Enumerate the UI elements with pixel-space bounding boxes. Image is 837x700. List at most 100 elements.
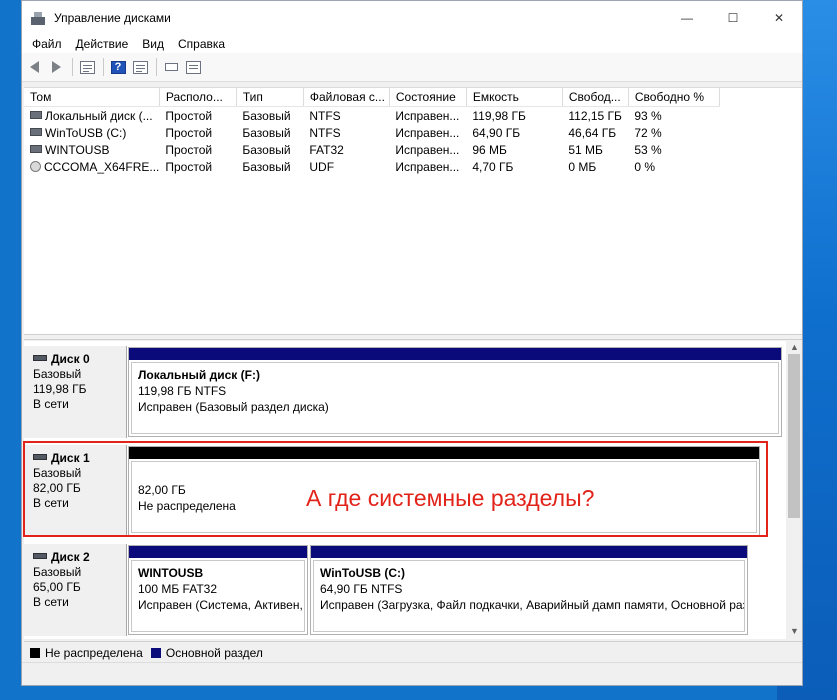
menu-view[interactable]: Вид — [135, 37, 171, 51]
refresh-button[interactable] — [161, 57, 181, 77]
disk-label[interactable]: Диск 0 Базовый 119,98 ГБ В сети — [24, 346, 127, 438]
table-cell: 93 % — [634, 108, 662, 123]
column-header-layout[interactable]: Располо... — [159, 88, 237, 107]
table-cell: 72 % — [634, 125, 662, 140]
refresh-icon — [164, 63, 178, 71]
volume-table: Том Располо... Тип Файловая с... Состоян… — [24, 88, 720, 175]
column-header-volume[interactable]: Том — [24, 88, 160, 107]
table-cell: NTFS — [309, 108, 341, 123]
table-cell: Базовый — [242, 125, 291, 140]
vertical-scrollbar[interactable]: ▲ ▼ — [786, 341, 802, 639]
disk-icon — [33, 552, 47, 559]
disk-row: Диск 2 Базовый 65,00 ГБ В сети WINTOUSB … — [24, 544, 784, 636]
status-bar — [22, 662, 802, 685]
minimize-button[interactable]: — — [664, 1, 710, 35]
back-arrow-icon — [29, 61, 39, 73]
table-cell: Простой — [165, 125, 213, 140]
console-tree-button[interactable] — [77, 57, 97, 77]
properties-button[interactable] — [130, 57, 150, 77]
scroll-up-icon[interactable]: ▲ — [790, 343, 799, 352]
disk-name: Диск 0 — [51, 352, 90, 366]
list-view-button[interactable] — [183, 57, 203, 77]
legend: Не распределена Основной раздел — [24, 641, 802, 663]
table-cell: Простой — [165, 142, 213, 157]
table-cell: Локальный диск (... — [24, 107, 159, 125]
window-title: Управление дисками — [54, 11, 171, 25]
disk-status: В сети — [33, 595, 69, 609]
table-cell: 64,90 ГБ — [472, 125, 521, 140]
table-cell: WinToUSB (C:) — [24, 124, 159, 141]
console-tree-icon — [79, 60, 95, 74]
partition[interactable]: WINTOUSB 100 МБ FAT32 Исправен (Система,… — [128, 545, 308, 635]
menu-help[interactable]: Справка — [171, 37, 232, 51]
partition-name: WinToUSB (C:) — [320, 566, 405, 580]
menu-bar: Файл Действие Вид Справка — [22, 35, 802, 53]
table-cell: Исправен... — [395, 108, 460, 123]
disk-status: В сети — [33, 397, 69, 411]
partition[interactable]: Локальный диск (F:) 119,98 ГБ NTFS Испра… — [128, 347, 782, 437]
disk-label[interactable]: Диск 2 Базовый 65,00 ГБ В сети — [24, 544, 127, 636]
forward-arrow-icon — [51, 61, 61, 73]
disk-type: Базовый — [33, 367, 82, 381]
table-cell: FAT32 — [309, 142, 344, 157]
partition-status: Исправен (Загрузка, Файл подкачки, Авари… — [320, 598, 745, 612]
volume-list: Том Располо... Тип Файловая с... Состоян… — [24, 87, 802, 335]
column-header-capacity[interactable]: Емкость — [466, 88, 563, 107]
partition-size-fs: 100 МБ FAT32 — [138, 582, 218, 596]
table-cell: Исправен... — [395, 159, 460, 174]
toolbar: ? — [22, 53, 802, 82]
properties-icon — [132, 60, 148, 74]
partition-type-bar — [129, 546, 307, 558]
forward-button[interactable] — [46, 57, 66, 77]
volume-disk-icon — [30, 145, 42, 154]
volume-disk-icon — [30, 128, 42, 137]
volume-name: WINTOUSB — [45, 142, 110, 157]
partition[interactable]: WinToUSB (C:) 64,90 ГБ NTFS Исправен (За… — [310, 545, 748, 635]
column-header-free[interactable]: Свобод... — [562, 88, 629, 107]
table-cell: UDF — [309, 159, 335, 174]
back-button[interactable] — [24, 57, 44, 77]
volume-name: CCCOMA_X64FRE... — [44, 159, 160, 174]
table-cell: 96 МБ — [472, 142, 507, 157]
title-bar[interactable]: Управление дисками — ☐ ✕ — [22, 1, 802, 35]
menu-action[interactable]: Действие — [69, 37, 136, 51]
scroll-down-icon[interactable]: ▼ — [790, 627, 799, 636]
minimize-icon: — — [681, 11, 693, 25]
disk-management-window: Управление дисками — ☐ ✕ Файл Действие В… — [21, 0, 803, 686]
volume-name: WinToUSB (C:) — [45, 125, 127, 140]
legend-swatch-primary — [150, 647, 161, 658]
table-cell: 0 % — [634, 159, 656, 174]
toolbar-separator — [72, 58, 73, 76]
scrollbar-thumb[interactable] — [788, 354, 800, 518]
pane-splitter[interactable] — [24, 334, 802, 340]
legend-label-primary: Основной раздел — [165, 645, 263, 660]
table-cell: 112,15 ГБ — [568, 108, 622, 123]
table-row[interactable]: Локальный диск (... Простой Базовый NTFS… — [24, 107, 719, 125]
disk-type: Базовый — [33, 565, 82, 579]
table-row[interactable]: WinToUSB (C:) Простой Базовый NTFS Испра… — [24, 124, 719, 141]
table-cell: CCCOMA_X64FRE... — [24, 158, 159, 175]
legend-label-unallocated: Не распределена — [45, 645, 143, 660]
help-button[interactable]: ? — [108, 57, 128, 77]
column-header-type[interactable]: Тип — [236, 88, 304, 107]
list-view-icon — [185, 60, 201, 74]
cd-rom-icon — [30, 160, 41, 172]
column-header-status[interactable]: Состояние — [389, 88, 467, 107]
table-row[interactable]: WINTOUSB Простой Базовый FAT32 Исправен.… — [24, 141, 719, 158]
legend-swatch-unallocated — [30, 647, 40, 658]
partition-details: WinToUSB (C:) 64,90 ГБ NTFS Исправен (За… — [313, 560, 745, 632]
column-header-free-percent[interactable]: Свободно % — [628, 88, 720, 107]
partition-details: WINTOUSB 100 МБ FAT32 Исправен (Система,… — [131, 560, 305, 632]
close-icon: ✕ — [773, 11, 785, 25]
table-cell: 4,70 ГБ — [472, 159, 514, 174]
partition-type-bar — [311, 546, 747, 558]
close-button[interactable]: ✕ — [756, 1, 802, 35]
help-icon: ? — [110, 60, 126, 74]
table-row[interactable]: CCCOMA_X64FRE... Простой Базовый UDF Исп… — [24, 158, 719, 175]
table-cell: Простой — [165, 108, 213, 123]
menu-file[interactable]: Файл — [25, 37, 69, 51]
disk-row: Диск 0 Базовый 119,98 ГБ В сети Локальны… — [24, 346, 784, 438]
column-header-filesystem[interactable]: Файловая с... — [303, 88, 390, 107]
maximize-button[interactable]: ☐ — [710, 1, 756, 35]
toolbar-separator — [103, 58, 104, 76]
